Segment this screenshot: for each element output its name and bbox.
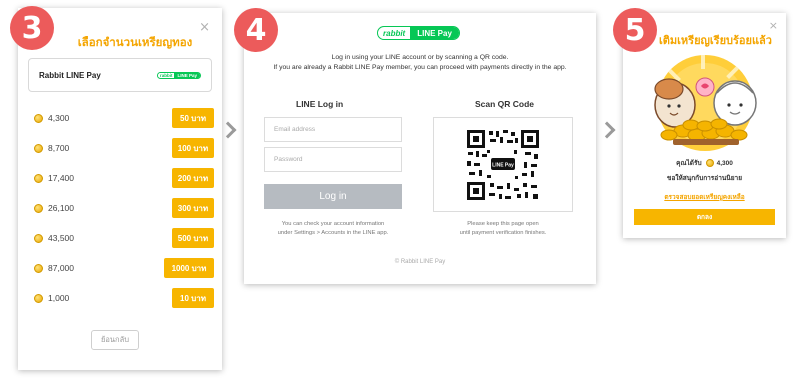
price-button[interactable]: 50 บาท — [172, 108, 214, 128]
mascot-illustration — [654, 55, 757, 151]
rabbit-line-pay-logo: rabbit LINE Pay — [377, 26, 460, 40]
coin-option-row: 43,500 500 บาท — [34, 228, 214, 248]
ok-button[interactable]: ตกลง — [634, 209, 775, 225]
login-note: You can check your account information u… — [277, 221, 389, 236]
qr-code-icon: LINE Pay — [465, 127, 541, 202]
price-button[interactable]: 10 บาท — [172, 288, 214, 308]
coin-icon — [34, 263, 43, 273]
coin-icon — [705, 159, 714, 167]
qr-title: Scan QR Code — [475, 99, 535, 109]
coin-amount: 43,500 — [48, 233, 74, 243]
check-balance-link[interactable]: ตรวจสอบยอดเหรียญคงเหลือ — [623, 192, 786, 202]
price-button[interactable]: 500 บาท — [172, 228, 214, 248]
qr-badge: LINE Pay — [492, 162, 514, 168]
back-button[interactable]: ย้อนกลับ — [91, 330, 139, 350]
select-coins-panel: เลือกจำนวนเหรียญทอง × Rabbit LINE Pay ra… — [18, 8, 222, 370]
step-badge-3: 3 — [10, 6, 54, 50]
email-field[interactable]: Email address — [264, 117, 402, 142]
coin-amount: 1,000 — [48, 293, 70, 303]
coin-icon — [34, 113, 43, 123]
received-summary: คุณได้รับ 4,300 — [623, 158, 786, 168]
coin-option-row: 17,400 200 บาท — [34, 168, 214, 188]
received-label: คุณได้รับ — [676, 160, 702, 167]
step-badge-5: 5 — [613, 8, 657, 52]
coin-icon — [34, 143, 43, 153]
step-badge-4: 4 — [234, 8, 278, 52]
coin-amount: 8,700 — [48, 143, 70, 153]
coin-option-row: 26,100 300 บาท — [34, 198, 214, 218]
coin-amount: 26,100 — [48, 203, 74, 213]
login-button[interactable]: Log in — [264, 184, 402, 209]
login-title: LINE Log in — [296, 99, 344, 109]
footer-copyright: © Rabbit LINE Pay — [394, 259, 446, 265]
coin-amount: 87,000 — [48, 263, 74, 273]
rabbit-line-pay-logo: rabbit LINE Pay — [156, 71, 201, 79]
coin-icon — [34, 233, 43, 243]
coin-amount: 4,300 — [48, 113, 70, 123]
chevron-right-icon — [219, 121, 237, 139]
coin-icon — [34, 173, 43, 183]
intro-text: Log in using your LINE account or by sca… — [273, 54, 567, 71]
coin-option-row: 87,000 1000 บาท — [34, 258, 214, 278]
coin-amount: 17,400 — [48, 173, 74, 183]
close-icon[interactable]: × — [199, 20, 210, 35]
received-amount: 4,300 — [716, 159, 733, 167]
price-button[interactable]: 1000 บาท — [164, 258, 214, 278]
price-button[interactable]: 100 บาท — [172, 138, 214, 158]
qr-note: Please keep this page open until payment… — [459, 221, 547, 236]
password-field[interactable]: Password — [264, 147, 402, 172]
enjoy-text: ขอให้สนุกกับการอ่านนิยาย — [667, 175, 742, 182]
close-icon[interactable]: × — [769, 19, 778, 32]
coin-option-row: 4,300 50 บาท — [34, 108, 214, 128]
merchant-name: Rabbit LINE Pay — [39, 70, 101, 80]
coin-option-row: 1,000 10 บาท — [34, 288, 214, 308]
qr-code-box: LINE Pay — [433, 117, 573, 212]
price-button[interactable]: 300 บาท — [172, 198, 214, 218]
merchant-card: Rabbit LINE Pay rabbit LINE Pay — [28, 58, 212, 92]
line-pay-login-panel: rabbit LINE Pay Log in using your LINE ac… — [244, 13, 596, 284]
coin-option-row: 8,700 100 บาท — [34, 138, 214, 158]
coin-icon — [34, 293, 43, 303]
chevron-right-icon — [598, 121, 616, 139]
price-button[interactable]: 200 บาท — [172, 168, 214, 188]
coin-icon — [34, 203, 43, 213]
